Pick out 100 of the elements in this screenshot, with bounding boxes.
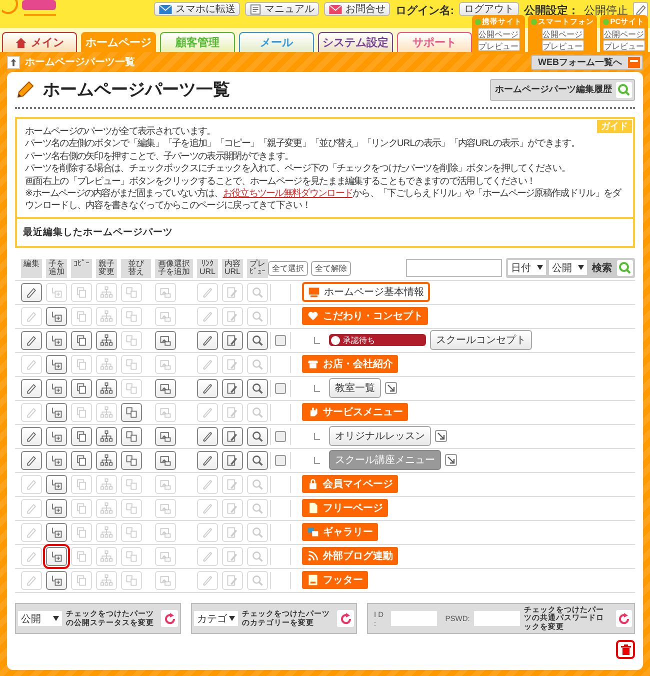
add-child-button[interactable] [46,426,67,446]
dropdown-arrow-icon[interactable] [53,616,59,622]
content-url-button[interactable] [222,330,243,350]
preview-button[interactable] [247,450,268,470]
sort-button[interactable] [121,402,142,422]
part-button[interactable]: 教室一覧 [329,378,381,398]
site-button[interactable]: プレビュー [478,40,520,51]
copy-icon [75,526,88,539]
copy-button[interactable] [71,450,92,470]
password-field[interactable] [474,611,520,626]
edit-button[interactable] [21,282,42,302]
copy-button[interactable] [71,426,92,446]
preview-button[interactable] [247,330,268,350]
checkbox[interactable] [274,430,286,442]
content-url-button[interactable] [222,450,243,470]
magnifier-icon [251,502,264,515]
sort-button[interactable] [121,426,142,446]
search-button[interactable]: 検索 [590,260,614,275]
preview-button[interactable] [247,426,268,446]
expand-button[interactable] [435,430,447,442]
site-button[interactable]: プレビュー [542,40,584,51]
rss-icon [307,550,319,562]
dropdown-arrow-icon[interactable] [229,616,235,622]
site-button[interactable]: 公開ページ [542,28,584,39]
site-button[interactable]: 公開ページ [603,28,645,39]
parent-change-button[interactable] [96,426,117,446]
apply-button[interactable] [616,610,632,628]
site-button[interactable]: 公開ページ [478,28,520,39]
sort-button[interactable] [121,450,142,470]
add-child-button[interactable] [46,354,67,374]
site-button[interactable]: プレビュー [603,40,645,51]
add-child-button[interactable] [46,474,67,494]
envelope-icon [329,4,342,14]
column-header: 並び替え [128,260,144,277]
status-dropdown[interactable]: 公開 [549,260,587,276]
sort-dropdown[interactable]: 日付 [508,260,546,276]
link-url-button[interactable] [197,426,218,446]
pencil-icon [25,574,38,587]
id-field[interactable] [391,611,438,626]
apply-button[interactable] [161,610,178,628]
select-all-button[interactable]: 全て選択 [268,260,308,276]
part-button[interactable]: オリジナルレッスン [329,426,431,446]
expand-button[interactable] [385,382,397,394]
link-url-button[interactable] [197,450,218,470]
add-child-button[interactable] [46,306,67,326]
tree-icon [100,358,113,371]
logout-button[interactable]: ログアウト [459,2,519,16]
copy-icon [75,430,88,443]
add-child-button[interactable] [46,402,67,422]
search-icon[interactable] [617,260,633,276]
search-field[interactable] [406,258,502,277]
bulk-dropdown[interactable]: カテゴ [194,611,238,626]
parent-change-button[interactable] [96,378,117,398]
copy-button[interactable] [71,330,92,350]
column-header: 内容 URL [224,260,240,277]
content-url-button[interactable] [222,378,243,398]
dropdown-arrow-icon[interactable] [537,265,543,270]
edit-button[interactable] [21,450,42,470]
header-button[interactable]: スマホに転送 [154,2,240,16]
add-child-button[interactable] [46,450,67,470]
parent-change-button[interactable] [96,450,117,470]
edit-history-button[interactable]: ホームページパーツ編集履歴 [490,78,635,100]
preview-button[interactable] [247,378,268,398]
image-icon [159,430,172,443]
copy-button[interactable] [71,378,92,398]
add-child-button[interactable] [46,330,67,350]
link-url-button[interactable] [197,378,218,398]
checkbox[interactable] [274,382,286,394]
web-form-button[interactable]: WEBフォーム一覧へ [531,54,643,70]
expand-button[interactable] [445,454,457,466]
add-child-button[interactable] [46,498,67,518]
header-button[interactable]: お問合せ [324,2,390,16]
edit-button[interactable] [21,426,42,446]
add-child-button[interactable] [46,546,67,566]
add-child-button[interactable] [46,570,67,590]
part-button[interactable]: スクールコンセプト [430,330,532,350]
image-child-button[interactable] [155,378,176,398]
deselect-all-button[interactable]: 全て解除 [311,260,351,276]
add-child-button[interactable] [46,522,67,542]
part-label[interactable]: ホームページ基本情報 [302,282,430,302]
content-url-button[interactable] [222,426,243,446]
copy-icon [75,478,88,491]
edit-button[interactable] [21,330,42,350]
download-link[interactable]: お役立ちツール無料ダウンロード [222,187,353,198]
apply-button[interactable] [337,610,354,628]
edit-button[interactable] [21,378,42,398]
checkbox[interactable] [274,334,286,346]
image-child-button[interactable] [155,450,176,470]
image-child-button[interactable] [155,330,176,350]
delete-button[interactable] [616,640,635,660]
image-child-button[interactable] [155,426,176,446]
header-button[interactable]: マニュアル [245,2,320,16]
bulk-dropdown[interactable]: 公開 [18,611,62,626]
parent-change-button[interactable] [96,330,117,350]
add-child-button[interactable] [46,378,67,398]
checkbox[interactable] [274,454,286,466]
dropdown-arrow-icon[interactable] [578,265,584,270]
nav-tab[interactable]: メイン [2,32,77,52]
link-url-button[interactable] [197,330,218,350]
nav-tab[interactable]: システム設定 [318,32,393,52]
